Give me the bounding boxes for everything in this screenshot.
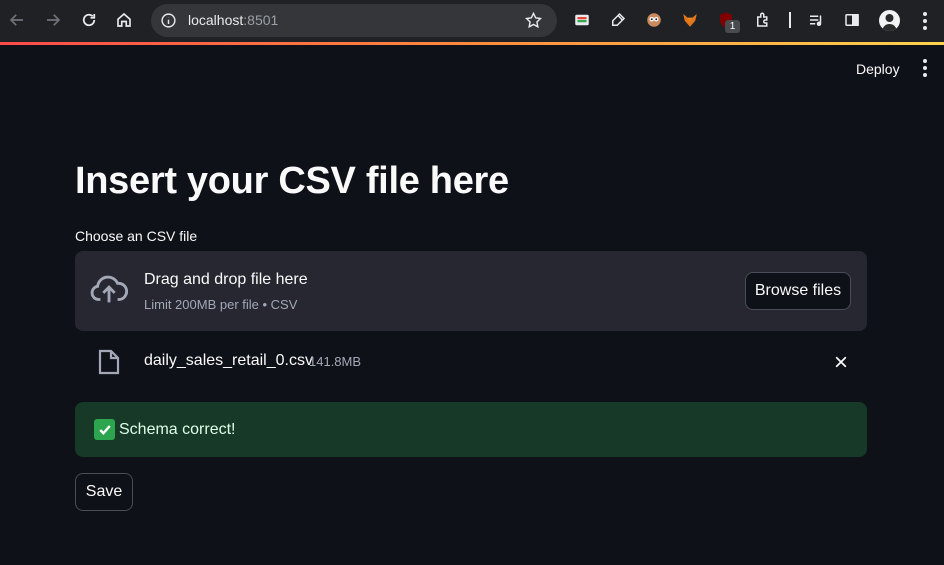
- browser-toolbar: localhost:8501 1: [0, 0, 944, 42]
- browse-files-button[interactable]: Browse files: [745, 272, 851, 310]
- back-icon[interactable]: [5, 8, 29, 32]
- success-message: Schema correct!: [119, 421, 236, 438]
- check-mark-icon: [94, 419, 115, 440]
- main-menu-icon[interactable]: [915, 58, 935, 78]
- fox-wallet-icon[interactable]: [680, 10, 700, 30]
- remove-file-button[interactable]: [831, 352, 851, 372]
- side-panel-icon[interactable]: [842, 10, 862, 30]
- decoration-bar: [0, 42, 944, 45]
- save-button[interactable]: Save: [75, 473, 133, 511]
- dropzone-title: Drag and drop file here: [144, 271, 308, 288]
- home-icon[interactable]: [112, 8, 136, 32]
- extensions-icon[interactable]: [753, 10, 773, 30]
- url-host: localhost: [188, 12, 244, 28]
- dropzone-limit-text: Limit 200MB per file • CSV: [144, 297, 298, 312]
- uploaded-file-name: daily_sales_retail_0.csv: [144, 352, 313, 369]
- toolbar-divider: [789, 12, 791, 28]
- info-icon[interactable]: [160, 12, 177, 29]
- deploy-button[interactable]: Deploy: [845, 57, 911, 81]
- profile-avatar[interactable]: [879, 10, 900, 31]
- cloud-upload-icon: [90, 275, 128, 303]
- menu-icon[interactable]: [915, 11, 935, 31]
- reload-icon[interactable]: [77, 8, 101, 32]
- url-port: :8501: [243, 12, 279, 28]
- file-dropzone[interactable]: Drag and drop file here Limit 200MB per …: [75, 251, 867, 331]
- uploaded-file-size: 141.8MB: [309, 354, 362, 369]
- file-uploader-label: Choose an CSV file: [75, 228, 198, 244]
- color-picker-icon[interactable]: [608, 10, 628, 30]
- success-alert: Schema correct!: [75, 402, 867, 457]
- close-icon: [835, 356, 847, 368]
- forward-icon[interactable]: [41, 8, 65, 32]
- file-icon: [98, 349, 120, 375]
- tab-search-extension-icon[interactable]: [572, 10, 592, 30]
- eyes-extension-icon[interactable]: [644, 10, 664, 30]
- uploaded-file-row: daily_sales_retail_0.csv 141.8MB: [75, 340, 867, 384]
- reading-list-icon[interactable]: [806, 10, 826, 30]
- address-bar[interactable]: localhost:8501: [151, 4, 557, 37]
- url-text: localhost:8501: [188, 12, 278, 28]
- page-title: Insert your CSV file here: [75, 160, 509, 202]
- extension-badge: 1: [725, 20, 740, 33]
- star-icon[interactable]: [524, 11, 543, 30]
